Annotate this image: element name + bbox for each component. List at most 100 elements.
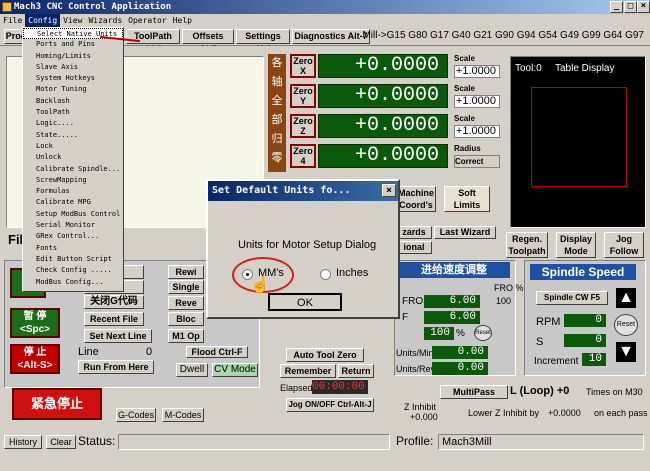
zero-axis-button[interactable]: Zero Y bbox=[290, 84, 316, 108]
emergency-stop-button[interactable]: 紧急停止 bbox=[12, 388, 102, 420]
remember-button[interactable]: Remember bbox=[280, 364, 336, 378]
m1-optional-stop-button[interactable]: M1 Op bbox=[168, 329, 204, 343]
spindle-down-icon[interactable]: ▼ bbox=[616, 342, 636, 362]
multipass-button[interactable]: MultiPass bbox=[440, 385, 508, 399]
zero-axis-button[interactable]: Zero X bbox=[290, 54, 316, 78]
config-menu-item[interactable]: Calibrate MPG bbox=[23, 197, 123, 208]
config-menu-item[interactable]: Unlock bbox=[23, 152, 123, 163]
zero-axis-button[interactable]: Zero Z bbox=[290, 114, 316, 138]
last-wizard-button[interactable]: Last Wizard bbox=[434, 226, 496, 239]
scale-value[interactable]: +1.0000 bbox=[454, 95, 500, 108]
history-button[interactable]: History bbox=[4, 435, 42, 449]
regen-toolpath-button[interactable]: Regen. Toolpath bbox=[506, 232, 548, 258]
scale-value[interactable]: +1.0000 bbox=[454, 65, 500, 78]
radio-mm-dot bbox=[246, 273, 249, 276]
machine-coords-button[interactable]: Machine Coord's bbox=[396, 186, 436, 212]
config-menu-item[interactable]: Fonts bbox=[23, 243, 123, 254]
close-gcode-button[interactable]: 关闭G代码 bbox=[84, 295, 144, 309]
axis-dro-value[interactable]: +0.0000 bbox=[318, 84, 448, 108]
maximize-button[interactable]: □ bbox=[624, 1, 637, 13]
dialog-ok-button[interactable]: OK bbox=[268, 293, 342, 311]
minimize-button[interactable]: _ bbox=[610, 1, 623, 13]
menu-operator[interactable]: Operator bbox=[125, 14, 170, 27]
config-menu-item[interactable]: Slave Axis bbox=[23, 62, 123, 73]
single-block-button[interactable]: Single bbox=[168, 280, 204, 294]
config-menu-item[interactable]: ModBus Config... bbox=[23, 277, 123, 288]
config-menu-item[interactable]: Edit Button Script bbox=[23, 254, 123, 265]
radio-inches[interactable] bbox=[320, 269, 331, 280]
stop-button[interactable]: 停 止 <Alt-S> bbox=[10, 344, 60, 374]
config-menu-item[interactable]: Ports and Pins bbox=[23, 39, 123, 50]
mouse-cursor-icon: ☝ bbox=[250, 277, 270, 294]
config-menu-item[interactable]: Calibrate Spindle... bbox=[23, 164, 123, 175]
config-menu-item[interactable]: Formulas bbox=[23, 186, 123, 197]
flood-button[interactable]: Flood Ctrl-F bbox=[186, 346, 248, 358]
scale-label: Scale bbox=[454, 84, 475, 93]
recent-file-button[interactable]: Recent File bbox=[84, 312, 144, 326]
spindle-cw-button[interactable]: Spindle CW F5 bbox=[536, 291, 608, 305]
config-menu-item[interactable]: Logic.... bbox=[23, 118, 123, 129]
config-menu-item[interactable]: Lock bbox=[23, 141, 123, 152]
scale-value[interactable]: Correct bbox=[454, 155, 500, 168]
config-menu-item[interactable]: Backlash bbox=[23, 96, 123, 107]
tab-offsets[interactable]: Offsets Alt5 bbox=[182, 29, 234, 54]
soft-limits-button[interactable]: Soft Limits bbox=[444, 186, 490, 212]
tool-number: Tool:0 bbox=[515, 63, 542, 74]
cv-mode-indicator: CV Mode bbox=[212, 363, 258, 377]
menu-view[interactable]: View bbox=[60, 14, 85, 27]
conversational-button[interactable]: ional bbox=[396, 241, 432, 254]
ref-all-home-strip[interactable]: 各 轴 全 部 归 零 bbox=[268, 54, 286, 172]
scale-label: Scale bbox=[454, 54, 475, 63]
file-label: Fil bbox=[8, 232, 24, 247]
config-menu-item[interactable]: Homing/Limits bbox=[23, 51, 123, 62]
display-mode-button[interactable]: Display Mode bbox=[556, 232, 596, 258]
run-from-here-button[interactable]: Run From Here bbox=[78, 360, 154, 374]
gcodes-button[interactable]: G-Codes bbox=[116, 408, 156, 422]
return-button[interactable]: Return bbox=[338, 364, 374, 378]
config-menu-item[interactable]: Check Config ..... bbox=[23, 265, 123, 276]
axis-dro-value[interactable]: +0.0000 bbox=[318, 144, 448, 168]
jog-toggle-button[interactable]: Jog ON/OFF Ctrl-Alt-J bbox=[286, 398, 374, 412]
config-menu-item[interactable]: System Hotkeys bbox=[23, 73, 123, 84]
rewind-button[interactable]: Rewi bbox=[168, 265, 204, 279]
wizards-button[interactable]: zards bbox=[396, 226, 432, 239]
rpm-value: 0 bbox=[564, 314, 606, 327]
dialog-title: Set Default Units fo... bbox=[212, 185, 351, 196]
auto-tool-zero-button[interactable]: Auto Tool Zero bbox=[286, 348, 364, 362]
increment-value: 10 bbox=[582, 353, 606, 366]
config-menu-item[interactable]: GRex Control... bbox=[23, 231, 123, 242]
mcodes-button[interactable]: M-Codes bbox=[162, 408, 204, 422]
f-label: F bbox=[402, 312, 409, 323]
menu-help[interactable]: Help bbox=[170, 14, 195, 27]
units-min-value: 0.00 bbox=[432, 346, 488, 359]
block-delete-button[interactable]: Bloc bbox=[168, 312, 204, 326]
axis-dro-value[interactable]: +0.0000 bbox=[318, 54, 448, 78]
tab-toolpath[interactable]: ToolPath Alt4 bbox=[126, 29, 180, 54]
spindle-reset-button[interactable]: Reset bbox=[614, 314, 638, 336]
tab-settings[interactable]: Settings Alt6 bbox=[236, 29, 290, 54]
feed-hold-button[interactable]: 暂 停 <Spc> bbox=[10, 308, 60, 338]
config-menu-item[interactable]: ToolPath bbox=[23, 107, 123, 118]
menu-file[interactable]: File bbox=[0, 14, 25, 27]
feed-reset-button[interactable]: Reset bbox=[474, 325, 492, 341]
menu-wizards[interactable]: Wizards bbox=[85, 14, 125, 27]
reverse-run-button[interactable]: Reve bbox=[168, 296, 204, 310]
config-menu-item[interactable]: Motor Tuning bbox=[23, 84, 123, 95]
set-next-line-button[interactable]: Set Next Line bbox=[84, 329, 152, 343]
scale-value[interactable]: +1.0000 bbox=[454, 125, 500, 138]
elapsed-label: Elapsed bbox=[280, 383, 313, 393]
spindle-up-icon[interactable]: ▲ bbox=[616, 288, 636, 308]
dialog-close-button[interactable]: × bbox=[382, 184, 396, 197]
tab-diagnostics[interactable]: Diagnostics Alt-7 bbox=[292, 29, 370, 44]
menu-config[interactable]: Config bbox=[25, 14, 61, 27]
close-button[interactable]: × bbox=[637, 1, 650, 13]
axis-letter: Z bbox=[300, 126, 306, 136]
config-menu-item[interactable]: State..... bbox=[23, 130, 123, 141]
config-menu-item[interactable]: Setup ModBus Control bbox=[23, 209, 123, 220]
config-menu-item[interactable]: Serial Monitor bbox=[23, 220, 123, 231]
jog-follow-button[interactable]: Jog Follow bbox=[604, 232, 644, 258]
axis-dro-value[interactable]: +0.0000 bbox=[318, 114, 448, 138]
config-menu-item[interactable]: ScrewMapping bbox=[23, 175, 123, 186]
clear-button[interactable]: Clear bbox=[46, 435, 76, 449]
zero-axis-button[interactable]: Zero 4 bbox=[290, 144, 316, 168]
